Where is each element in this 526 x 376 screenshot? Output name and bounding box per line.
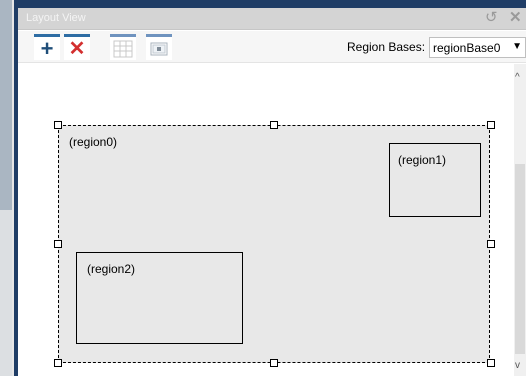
toolbar: + ✕ Region Bases: regionBase0 ▼ (18, 31, 526, 63)
region-bases-label: Region Bases: (347, 40, 426, 54)
resize-handle-bottom[interactable] (270, 359, 278, 367)
resize-handle-right[interactable] (487, 240, 495, 248)
region-2[interactable]: (region2) (76, 252, 243, 344)
background-panel-lower (0, 210, 12, 376)
grid-button[interactable] (110, 34, 136, 60)
region-bases-select[interactable]: regionBase0 ▼ (429, 37, 526, 58)
region-1[interactable]: (region1) (389, 143, 481, 217)
scroll-down-icon[interactable]: v (515, 360, 520, 371)
region2-label: (region2) (87, 262, 136, 276)
camera-icon (150, 42, 168, 55)
layout-canvas[interactable]: (region0) (region1) (region2) (18, 64, 514, 376)
resize-handle-bottom-right[interactable] (487, 359, 495, 367)
delete-region-button[interactable]: ✕ (64, 34, 90, 60)
region-bases-value: regionBase0 (433, 40, 501, 55)
window-frame-top (14, 0, 526, 8)
panel-title: Layout View (26, 12, 86, 24)
panel-titlebar: Layout View ↺ ✕ (18, 8, 526, 30)
plus-icon: + (40, 35, 54, 61)
layout-view-panel: Layout View ↺ ✕ + ✕ Region Bases: region… (18, 8, 526, 376)
grid-icon (113, 40, 133, 57)
resize-handle-bottom-left[interactable] (54, 359, 62, 367)
restore-icon[interactable]: ↺ (485, 9, 498, 27)
delete-icon: ✕ (68, 37, 86, 60)
chevron-down-icon: ▼ (512, 41, 522, 52)
vertical-scrollbar[interactable]: ^ v (514, 64, 526, 376)
snapshot-button[interactable] (146, 34, 172, 60)
resize-handle-top-right[interactable] (487, 121, 495, 129)
resize-handle-top[interactable] (270, 121, 278, 129)
close-icon[interactable]: ✕ (509, 9, 522, 27)
resize-handle-left[interactable] (54, 240, 62, 248)
scroll-up-icon[interactable]: ^ (515, 72, 520, 83)
region1-label: (region1) (398, 153, 447, 167)
background-panel (0, 0, 12, 376)
region0-label: (region0) (69, 135, 118, 149)
background-panel-upper (0, 0, 12, 210)
resize-handle-top-left[interactable] (54, 121, 62, 129)
scrollbar-thumb[interactable] (515, 164, 525, 354)
add-region-button[interactable]: + (34, 34, 60, 60)
